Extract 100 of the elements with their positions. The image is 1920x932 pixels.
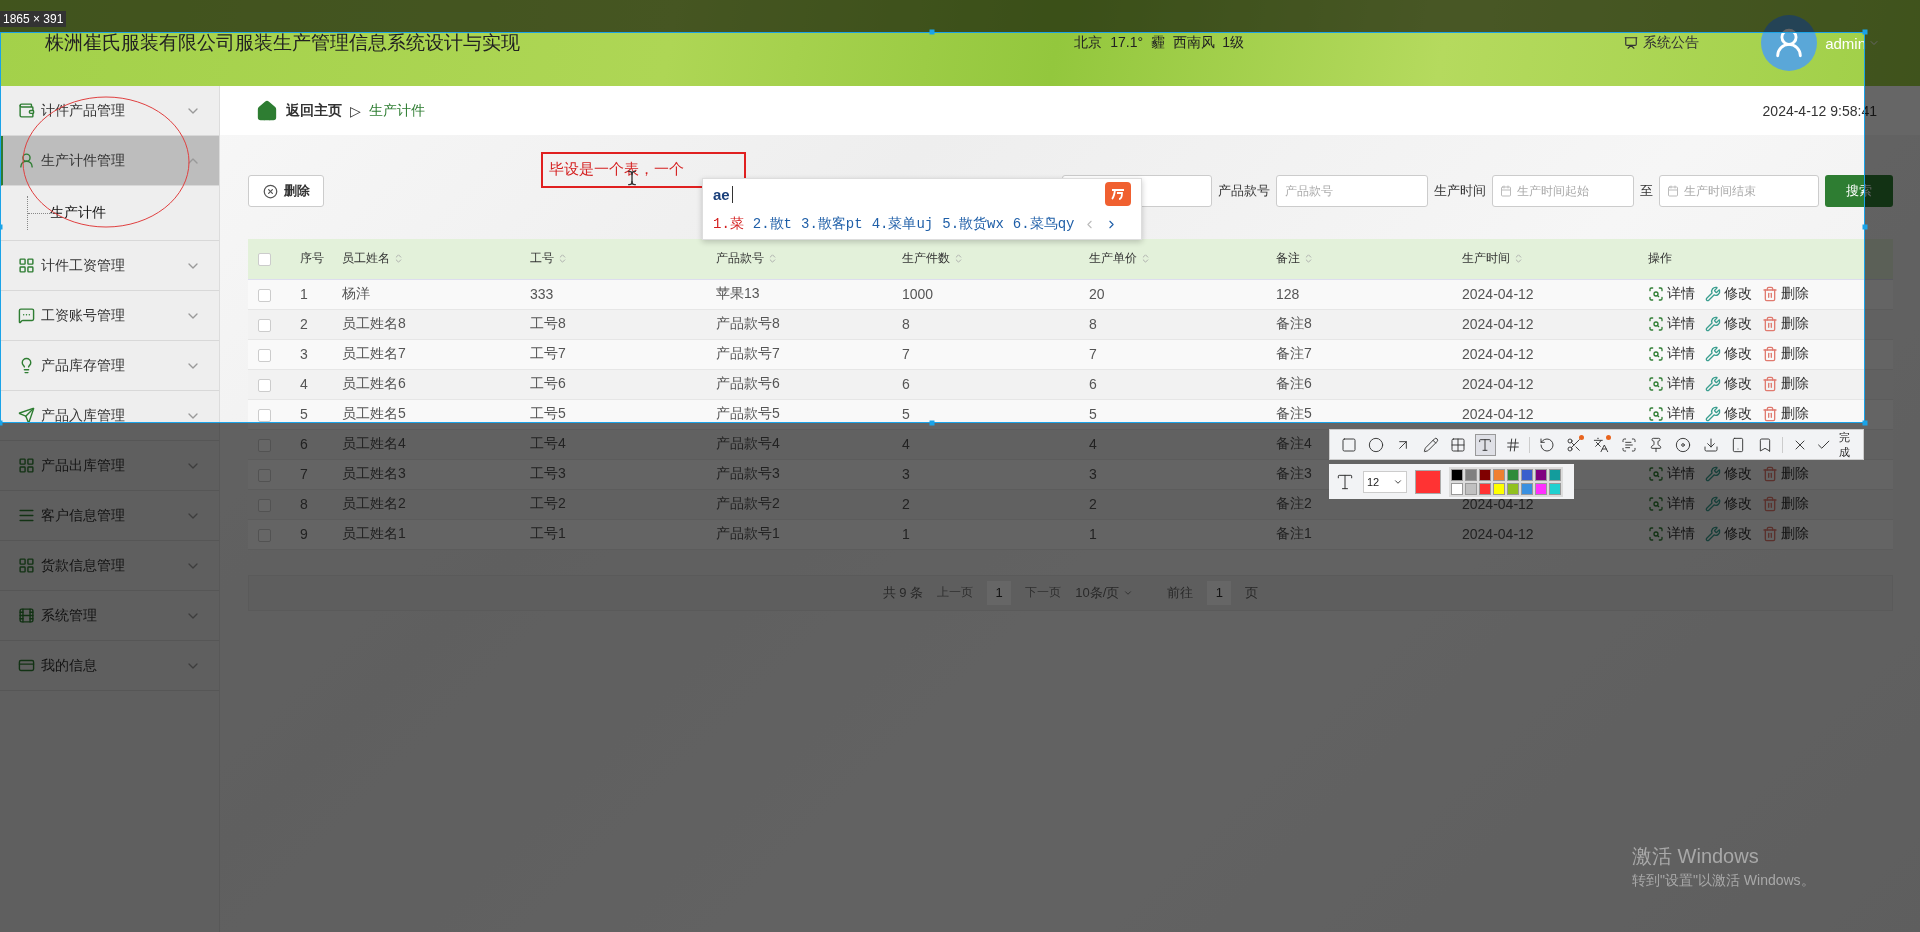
ime-candidate[interactable]: 3.散客pt: [801, 215, 863, 233]
checkbox[interactable]: [258, 288, 271, 302]
sidebar-label: 计件产品管理: [41, 101, 126, 120]
color-swatch[interactable]: [1535, 468, 1547, 481]
color-swatch[interactable]: [1549, 482, 1561, 495]
weather-text: 北京 17.1° 霾 西南风 1级: [1074, 34, 1245, 52]
resize-handle[interactable]: [929, 420, 935, 426]
ime-candidate[interactable]: 4.菜单uj: [871, 215, 934, 233]
table-cell: 3: [300, 346, 308, 362]
search-field[interactable]: 生产时间起始: [1492, 175, 1634, 207]
table-cell: 8: [300, 496, 308, 512]
action-link[interactable]: 详情: [1648, 315, 1695, 333]
color-swatch[interactable]: [1549, 468, 1561, 481]
sidebar-label: 产品入库管理: [41, 406, 126, 425]
action-link[interactable]: 修改: [1705, 405, 1752, 423]
table-cell: 2024-04-12: [1462, 526, 1534, 542]
action-link[interactable]: 详情: [1648, 405, 1695, 423]
checkbox[interactable]: [258, 318, 271, 332]
ime-candidate[interactable]: 6.菜鸟qy: [1012, 215, 1075, 233]
action-link[interactable]: 修改: [1705, 375, 1752, 393]
current-color-swatch[interactable]: [1415, 469, 1441, 494]
color-swatch[interactable]: [1465, 482, 1477, 495]
breadcrumb-separator: ▷: [350, 102, 361, 119]
action-link[interactable]: 详情: [1648, 285, 1695, 303]
sidebar-item[interactable]: 产品入库管理: [0, 391, 219, 441]
resize-handle[interactable]: [1862, 29, 1868, 35]
color-swatch[interactable]: [1521, 468, 1533, 481]
color-swatch[interactable]: [1535, 482, 1547, 495]
done-button[interactable]: 完成: [1816, 429, 1855, 460]
sidebar-item[interactable]: 生产计件管理: [0, 136, 219, 186]
color-swatch[interactable]: [1493, 482, 1505, 495]
color-swatch[interactable]: [1451, 468, 1463, 481]
action-link[interactable]: 修改: [1705, 285, 1752, 303]
action-link[interactable]: 删除: [1762, 345, 1809, 363]
column-header[interactable]: 工号: [530, 250, 568, 268]
sidebar-item[interactable]: 工资账号管理: [0, 291, 219, 341]
color-swatch[interactable]: [1493, 468, 1505, 481]
checkbox[interactable]: [258, 348, 271, 362]
font-size-select[interactable]: 12: [1363, 470, 1407, 493]
home-link[interactable]: 返回主页: [256, 99, 342, 122]
table-cell: 2024-04-12: [1462, 286, 1534, 302]
column-header[interactable]: 操作: [1648, 250, 1672, 268]
checkbox[interactable]: [258, 408, 271, 422]
column-header[interactable]: 生产件数: [902, 250, 964, 268]
delete-button[interactable]: 删除: [248, 175, 324, 207]
color-swatch[interactable]: [1479, 468, 1491, 481]
resize-handle[interactable]: [1862, 224, 1868, 230]
table-cell: 1: [902, 526, 910, 542]
table-cell: 6: [902, 376, 910, 392]
color-swatch[interactable]: [1479, 482, 1491, 495]
notice-link[interactable]: 系统公告: [1624, 34, 1700, 52]
table-cell: 7: [1089, 346, 1097, 362]
ime-candidate[interactable]: 1.菜: [713, 215, 744, 233]
action-link[interactable]: 删除: [1762, 285, 1809, 303]
action-link[interactable]: 删除: [1762, 375, 1809, 393]
sidebar-item[interactable]: 产品库存管理: [0, 341, 219, 391]
submenu-item[interactable]: 生产计件: [50, 204, 106, 222]
color-swatch[interactable]: [1521, 482, 1533, 495]
rectangle-icon: [1340, 436, 1357, 453]
list-icon: [18, 507, 35, 524]
table-cell: 工号5: [530, 405, 566, 421]
table-cell: 2024-04-12: [1462, 496, 1534, 512]
checkbox[interactable]: [258, 252, 271, 266]
sidebar-item[interactable]: 计件工资管理: [0, 241, 219, 291]
action-link[interactable]: 修改: [1705, 315, 1752, 333]
search-field[interactable]: 生产时间结束: [1659, 175, 1819, 207]
action-link[interactable]: 详情: [1648, 375, 1695, 393]
table-cell: 333: [530, 286, 554, 302]
resize-handle[interactable]: [1862, 420, 1868, 426]
tool-button[interactable]: [1474, 433, 1496, 456]
column-header[interactable]: 产品款号: [716, 250, 778, 268]
resize-handle[interactable]: [0, 224, 3, 230]
color-swatch[interactable]: [1465, 468, 1477, 481]
column-header[interactable]: 生产时间: [1462, 250, 1524, 268]
column-header[interactable]: 生产单价: [1089, 250, 1151, 268]
table-cell: 备注1: [1276, 525, 1312, 541]
table-cell: 3: [902, 466, 910, 482]
column-header[interactable]: 员工姓名: [342, 250, 404, 268]
color-swatch[interactable]: [1507, 482, 1519, 495]
notification-dot: [1606, 434, 1612, 440]
action-link[interactable]: 修改: [1705, 345, 1752, 363]
checkbox[interactable]: [258, 378, 271, 392]
action-link[interactable]: 删除: [1762, 315, 1809, 333]
color-swatch[interactable]: [1451, 482, 1463, 495]
house-icon: [256, 99, 278, 122]
action-link[interactable]: 删除: [1762, 405, 1809, 423]
sidebar-label: 产品出库管理: [41, 456, 126, 475]
ime-candidate[interactable]: 5.散货wx: [942, 215, 1004, 233]
column-header[interactable]: 备注: [1276, 250, 1314, 268]
action-link[interactable]: 详情: [1648, 345, 1695, 363]
search-label: 生产时间: [1434, 182, 1486, 200]
color-swatch[interactable]: [1507, 468, 1519, 481]
trash-icon: [1762, 286, 1778, 302]
wallet-icon: [18, 102, 35, 119]
search-field[interactable]: 产品款号: [1276, 175, 1428, 207]
resize-handle[interactable]: [0, 420, 3, 426]
ime-candidate[interactable]: 2.散t: [752, 215, 793, 233]
resize-handle[interactable]: [929, 29, 935, 35]
wrench-icon: [1705, 466, 1721, 482]
table-cell: 备注7: [1276, 345, 1312, 361]
